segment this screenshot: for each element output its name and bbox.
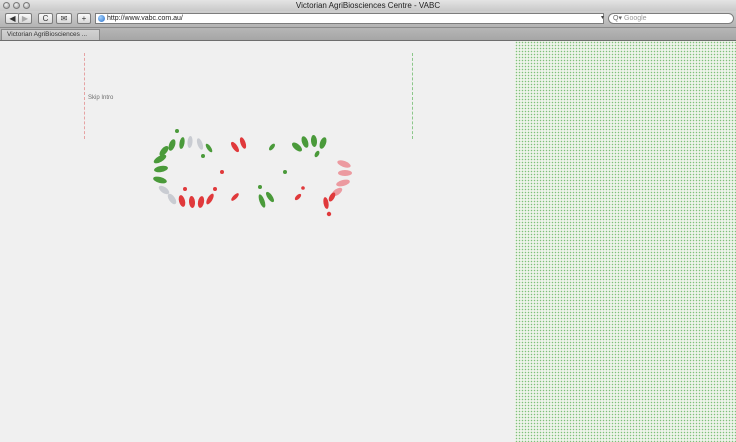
leaf: [197, 196, 205, 208]
tab-bar: Victorian AgriBiosciences ...: [0, 28, 736, 41]
leaf: [265, 191, 275, 203]
seed-dot: [258, 185, 262, 189]
leaf: [231, 193, 239, 201]
browser-toolbar: ◀ ▶ C ✉ + http://www.vabc.com.au/ ▾ Q▾ G…: [0, 11, 736, 28]
leaf: [337, 160, 351, 168]
forward-icon: ▶: [21, 14, 29, 23]
leaf: [292, 142, 302, 152]
dotted-side-panel: [515, 41, 736, 442]
reload-button[interactable]: C: [38, 13, 53, 24]
seed-dot: [183, 187, 187, 191]
title-bar: Victorian AgriBiosciences Centre - VABC: [0, 0, 736, 11]
intro-animation: [153, 129, 352, 217]
page-content: Skip Intro: [0, 41, 736, 442]
leaf: [187, 136, 193, 148]
snapback-icon: ✉: [60, 14, 68, 23]
leaf: [167, 193, 177, 205]
window-title: Victorian AgriBiosciences Centre - VABC: [295, 1, 441, 10]
seed-dot: [175, 129, 179, 133]
back-icon: ◀: [9, 14, 16, 23]
leaf: [314, 150, 320, 158]
seed-dot: [213, 187, 217, 191]
leaf: [338, 170, 352, 176]
seed-dot: [301, 186, 305, 190]
address-dropdown-icon[interactable]: ▾: [599, 13, 606, 24]
back-button[interactable]: ◀: [5, 13, 19, 24]
reload-icon: C: [42, 14, 49, 23]
snapback-button[interactable]: ✉: [56, 13, 72, 24]
leaf-ring-3: [292, 135, 352, 217]
address-bar[interactable]: http://www.vabc.com.au/: [95, 13, 604, 24]
leaf: [205, 143, 213, 153]
forward-button[interactable]: ▶: [18, 13, 32, 24]
leaf: [196, 138, 204, 150]
leaf: [258, 194, 266, 208]
address-url: http://www.vabc.com.au/: [107, 15, 183, 22]
add-icon: +: [81, 14, 87, 23]
leaf: [154, 165, 168, 173]
leaf: [230, 141, 240, 153]
search-placeholder: Google: [624, 15, 647, 22]
leaf: [178, 195, 186, 207]
leaf-ring-1: [153, 129, 217, 208]
leaf: [319, 137, 327, 149]
leaf: [301, 136, 309, 148]
seed-dot: [283, 170, 287, 174]
search-field[interactable]: Q▾ Google: [608, 13, 734, 24]
add-bookmark-button[interactable]: +: [77, 13, 91, 24]
leaf: [168, 139, 176, 151]
leaf: [323, 197, 329, 209]
leaf: [294, 193, 302, 201]
leaf: [310, 135, 318, 147]
leaf-ring-2: [220, 137, 287, 208]
search-icon: Q▾: [613, 15, 622, 22]
leaf: [153, 176, 167, 184]
leaf: [239, 137, 247, 149]
seed-dot: [220, 170, 224, 174]
seed-dot: [326, 211, 332, 217]
leaf: [269, 143, 275, 151]
leaf: [188, 196, 196, 208]
leaf: [206, 193, 214, 205]
tab-vabc[interactable]: Victorian AgriBiosciences ...: [1, 29, 100, 40]
leaf: [179, 137, 185, 149]
globe-icon: [98, 15, 105, 22]
seed-dot: [201, 154, 205, 158]
leaf: [336, 179, 350, 187]
